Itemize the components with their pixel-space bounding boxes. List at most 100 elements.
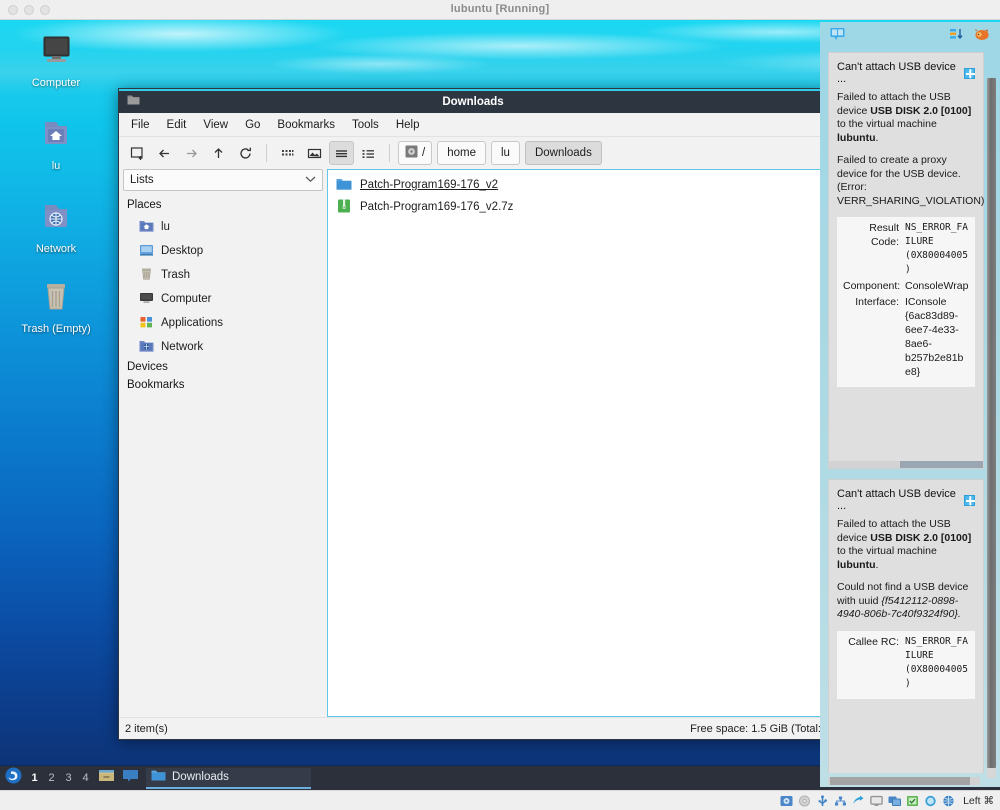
close-icon[interactable]	[964, 494, 975, 506]
shared-clipboard-icon[interactable]	[905, 794, 919, 808]
drive-icon	[405, 145, 418, 161]
desktop-icon-lu[interactable]: lu	[0, 115, 112, 173]
menu-help[interactable]: Help	[394, 118, 422, 132]
menu-bookmarks[interactable]: Bookmarks	[275, 118, 337, 132]
panel-horizontal-scrollbar[interactable]	[828, 777, 980, 785]
forward-button[interactable]	[179, 141, 204, 165]
usb-icon[interactable]	[815, 794, 829, 808]
sidebar-item-trash[interactable]: Trash	[123, 263, 323, 287]
file-manager-titlebar[interactable]: Downloads	[119, 91, 827, 113]
new-tab-button[interactable]	[125, 141, 150, 165]
close-icon[interactable]	[964, 67, 975, 79]
launcher-file-manager[interactable]	[94, 768, 118, 788]
vm-host-icon[interactable]	[974, 27, 990, 46]
back-button[interactable]	[152, 141, 177, 165]
home-folder-icon	[139, 219, 154, 236]
network-icon[interactable]	[833, 794, 847, 808]
terminal-icon	[122, 768, 139, 788]
horizontal-scrollbar[interactable]	[829, 772, 983, 773]
remote-display-icon[interactable]	[887, 794, 901, 808]
file-manager-window[interactable]: Downloads File Edit View Go Bookmarks To…	[118, 88, 828, 740]
file-name: Patch-Program169-176_v2.7z	[360, 201, 514, 213]
compact-list-view-button[interactable]	[356, 141, 381, 165]
trash-icon	[139, 267, 154, 284]
network-folder-icon	[139, 339, 154, 356]
detailed-list-view-button[interactable]	[329, 141, 354, 165]
notification-title: Can't attach USB device ...	[837, 61, 956, 85]
launcher-terminal[interactable]	[118, 768, 142, 788]
workspace-2[interactable]: 2	[43, 772, 60, 784]
notification-panel-header	[820, 22, 1000, 50]
breadcrumb-home[interactable]: home	[437, 141, 486, 165]
shared-folder-icon[interactable]	[851, 794, 865, 808]
menu-bar[interactable]: File Edit View Go Bookmarks Tools Help	[119, 113, 827, 137]
sidebar[interactable]: Lists Places lu Desktop Trash Computer A…	[123, 169, 323, 717]
sidebar-item-computer[interactable]: Computer	[123, 287, 323, 311]
desktop-icon-label: Network	[35, 243, 77, 255]
horizontal-scrollbar[interactable]	[829, 461, 983, 468]
vertical-scrollbar[interactable]	[987, 78, 996, 778]
notification-banner-icon[interactable]	[830, 27, 845, 46]
drag-drop-icon[interactable]	[923, 794, 937, 808]
breadcrumb-downloads[interactable]: Downloads	[524, 141, 602, 165]
vm-message-panel[interactable]: Can't attach USB device ... Failed to at…	[820, 22, 1000, 787]
text-fragment: to the virtual machine	[837, 545, 937, 557]
desktop-icon-computer[interactable]: Computer	[0, 32, 112, 90]
menu-go[interactable]: Go	[243, 118, 262, 132]
hard-disk-icon[interactable]	[779, 794, 793, 808]
taskbar-task-downloads[interactable]: Downloads	[146, 767, 311, 789]
device-name: USB DISK 2.0 [0100]	[870, 531, 972, 544]
sidebar-item-label: Applications	[161, 317, 224, 329]
workspace-4[interactable]: 4	[77, 772, 94, 784]
breadcrumb-root[interactable]: /	[398, 141, 433, 165]
sidebar-item-network[interactable]: Network	[123, 335, 323, 359]
host-status-bar[interactable]: Left ⌘	[0, 790, 1000, 810]
sidebar-group-devices[interactable]: Devices	[123, 359, 323, 377]
file-list-item[interactable]: Patch-Program169-176_v2	[328, 174, 822, 196]
sidebar-item-desktop[interactable]: Desktop	[123, 239, 323, 263]
notification-card[interactable]: Can't attach USB device ... Failed to at…	[828, 52, 984, 469]
thumbnail-view-button[interactable]	[302, 141, 327, 165]
notification-card[interactable]: Can't attach USB device ... Failed to at…	[828, 479, 984, 773]
globe-icon[interactable]	[941, 794, 955, 808]
grid-view-button[interactable]	[275, 141, 300, 165]
virtualbox-vm-window: lubuntu [Running] Computer lu Network Tr…	[0, 0, 1000, 810]
sidebar-item-applications[interactable]: Applications	[123, 311, 323, 335]
file-list-pane[interactable]: Patch-Program169-176_v2 Patch-Program169…	[327, 169, 823, 717]
sidebar-item-lu[interactable]: lu	[123, 215, 323, 239]
reload-button[interactable]	[233, 141, 258, 165]
host-window-titlebar: lubuntu [Running]	[0, 0, 1000, 20]
menu-file[interactable]: File	[129, 118, 152, 132]
detail-value: NS_ERROR_FAILURE (0X80004005)	[905, 635, 968, 689]
notification-list[interactable]: Can't attach USB device ... Failed to at…	[828, 52, 984, 773]
sidebar-mode-select[interactable]: Lists	[123, 169, 323, 191]
workspace-1[interactable]: 1	[26, 772, 43, 784]
desktop-icon-trash[interactable]: Trash (Empty)	[0, 278, 112, 336]
sidebar-item-label: Computer	[161, 293, 212, 305]
detail-value: IConsole {6ac83d89-6ee7-4e33-8ae6-b257b2…	[905, 296, 964, 378]
file-list-item[interactable]: Patch-Program169-176_v2.7z	[328, 196, 822, 218]
menu-view[interactable]: View	[201, 118, 230, 132]
toolbar[interactable]: / home lu Downloads	[119, 137, 827, 169]
up-button[interactable]	[206, 141, 231, 165]
optical-disk-icon[interactable]	[797, 794, 811, 808]
start-menu-button[interactable]	[0, 767, 26, 789]
file-manager-title: Downloads	[442, 96, 504, 108]
menu-tools[interactable]: Tools	[350, 118, 381, 132]
menu-edit[interactable]: Edit	[165, 118, 189, 132]
detail-row: Callee RC: NS_ERROR_FAILURE (0X80004005)	[843, 635, 969, 691]
file-name: Patch-Program169-176_v2	[360, 179, 499, 191]
text-fragment: .	[875, 131, 879, 144]
sidebar-group-bookmarks[interactable]: Bookmarks	[123, 377, 323, 395]
sort-icon[interactable]	[949, 27, 964, 46]
sidebar-group-places: Places	[127, 199, 162, 211]
display-icon[interactable]	[869, 794, 883, 808]
desktop-icon-network[interactable]: Network	[0, 198, 112, 256]
detail-row: Result Code: NS_ERROR_FAILURE (0X8000400…	[843, 221, 969, 277]
notification-details: Result Code: NS_ERROR_FAILURE (0X8000400…	[837, 217, 975, 387]
vm-title: lubuntu [Running]	[450, 3, 550, 15]
text-fragment: to the virtual machine	[837, 118, 937, 130]
workspace-3[interactable]: 3	[60, 772, 77, 784]
breadcrumb-lu[interactable]: lu	[490, 141, 520, 165]
chevron-down-icon	[305, 174, 316, 186]
